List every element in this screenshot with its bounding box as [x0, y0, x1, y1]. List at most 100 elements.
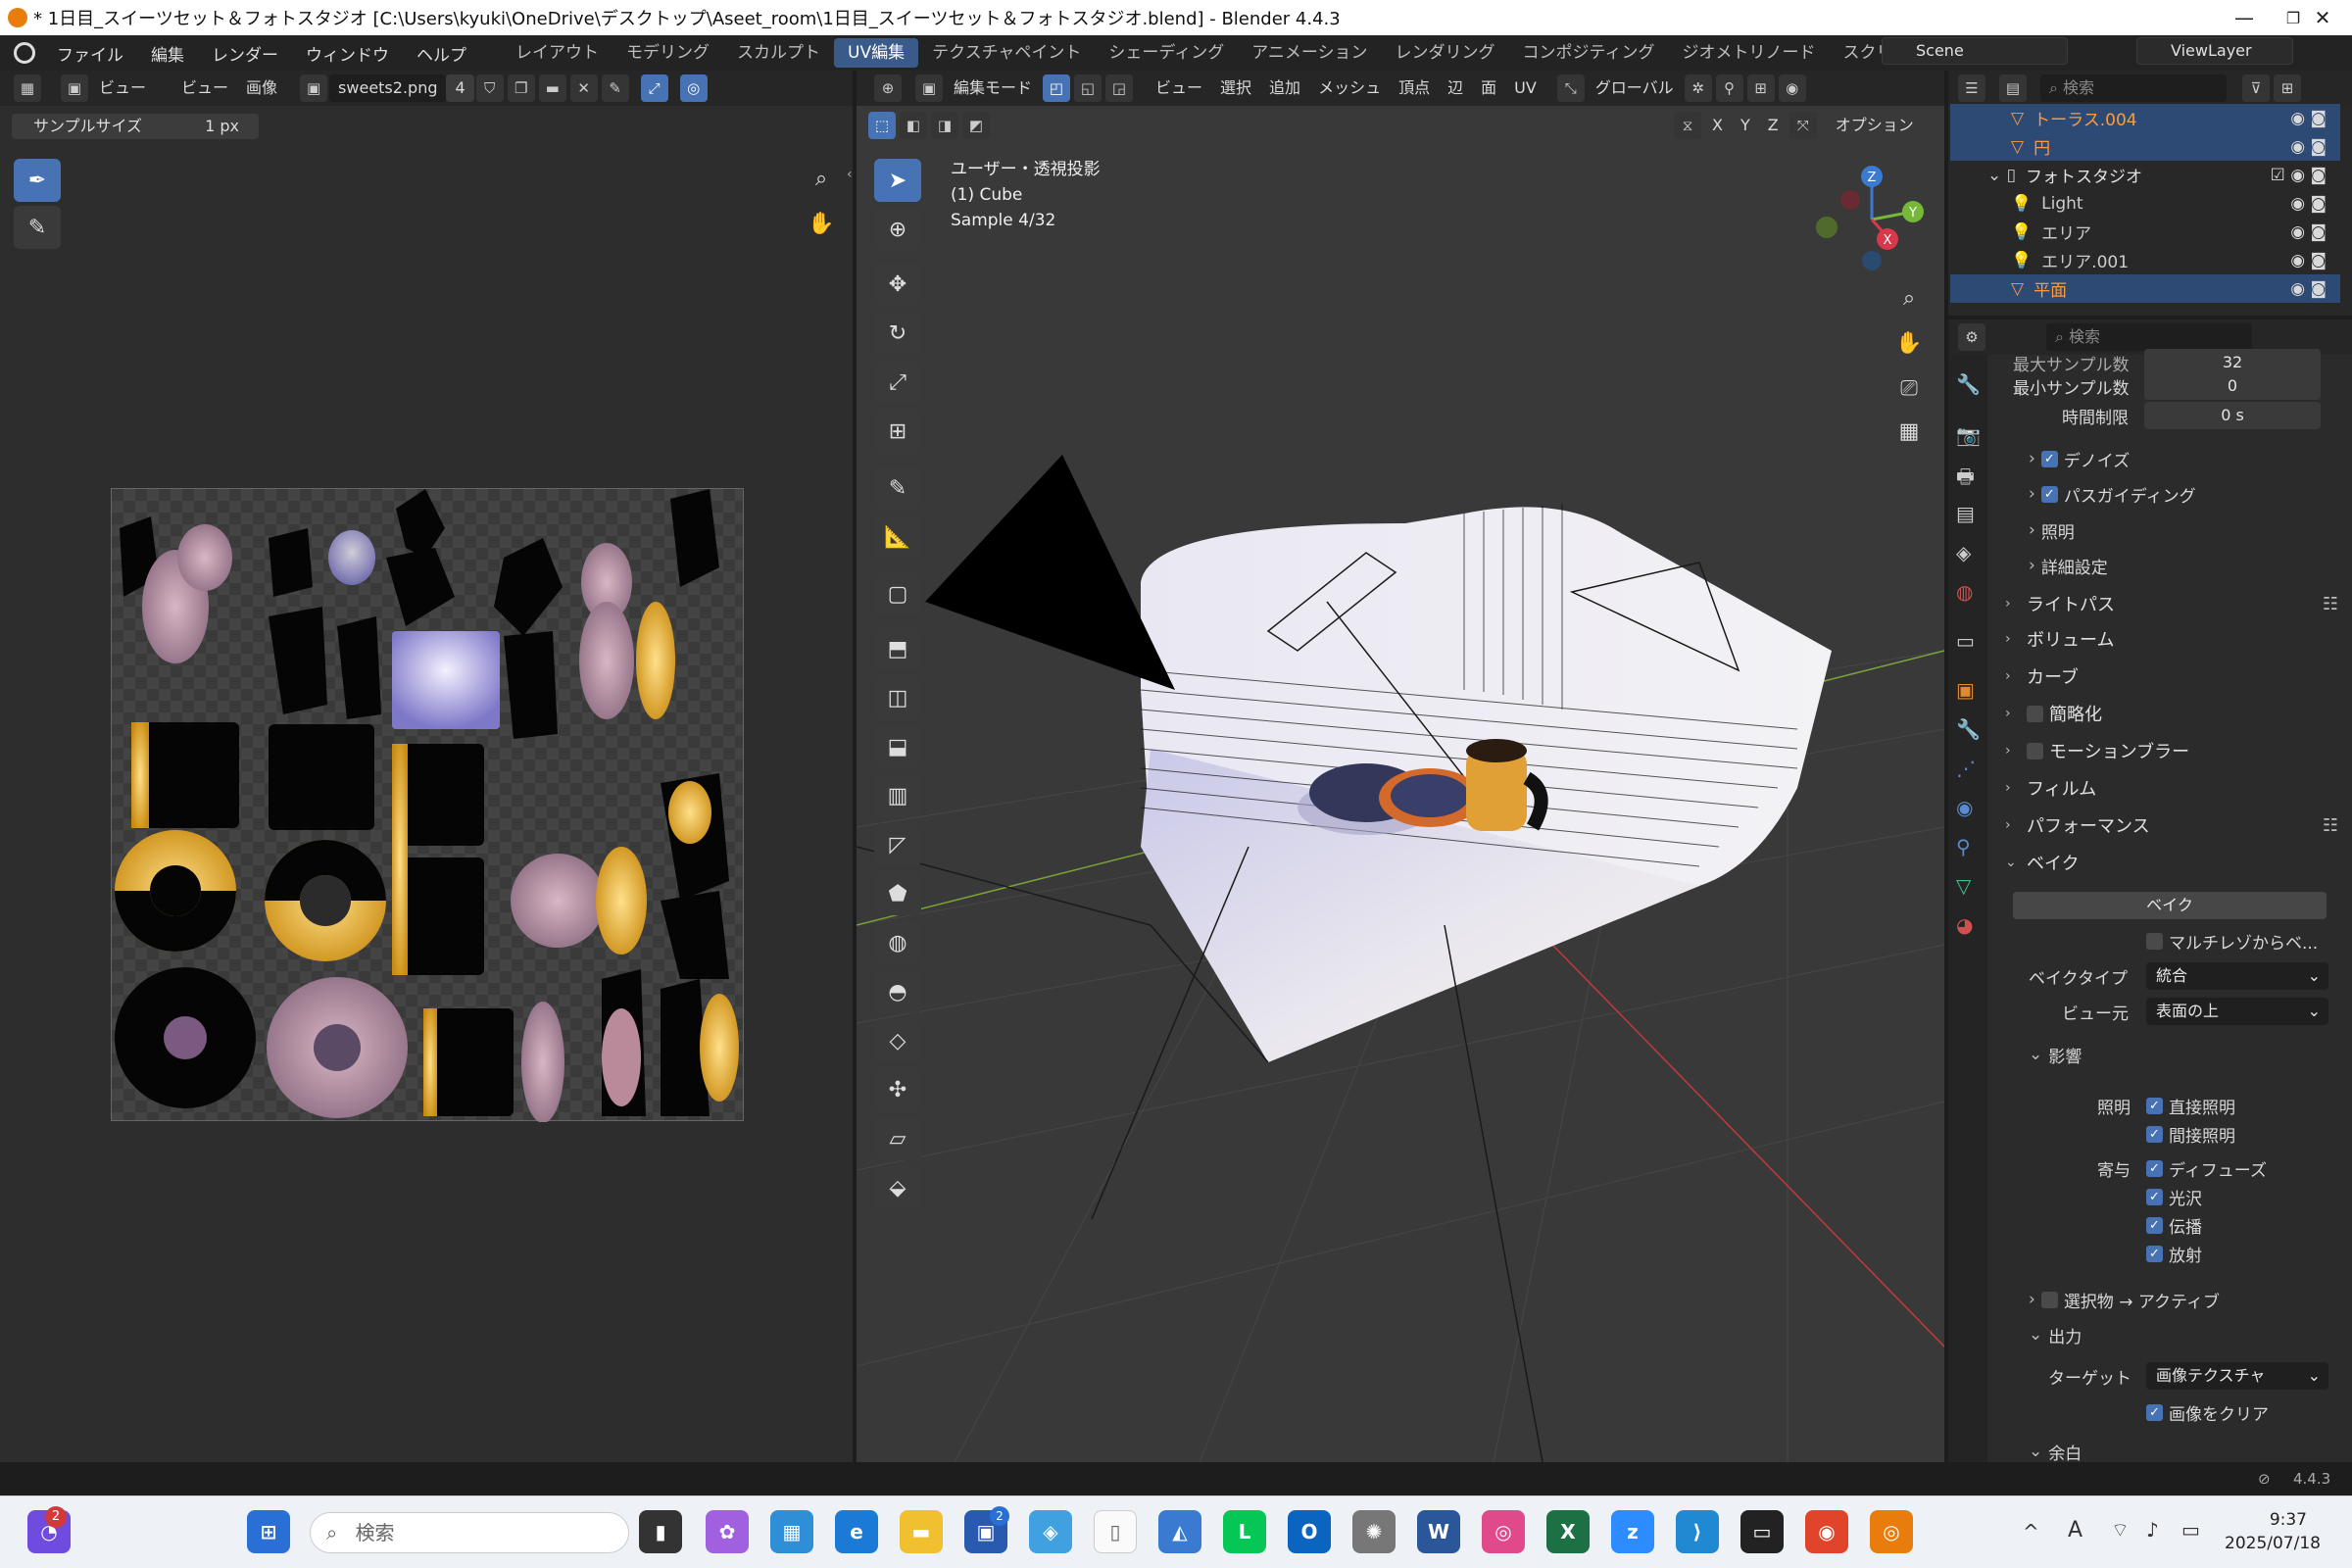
- pivot-icon[interactable]: ✲: [1684, 74, 1712, 102]
- annotate-tool-icon[interactable]: ✎: [14, 206, 61, 249]
- face-select-icon[interactable]: ◲: [1105, 74, 1134, 102]
- visibility-eye-icon[interactable]: ☑ ◉ ◙: [2271, 166, 2327, 185]
- lights-subpanel[interactable]: › 照明: [2029, 514, 2075, 546]
- clear-image-checkbox[interactable]: ✓ 画像をクリア: [2146, 1396, 2269, 1428]
- chrome-icon[interactable]: ◉: [1805, 1510, 1848, 1553]
- close-button[interactable]: ✕: [2293, 0, 2352, 35]
- visibility-eye-icon[interactable]: ◉ ◙: [2290, 194, 2327, 214]
- presets-icon[interactable]: ☷: [2323, 815, 2338, 836]
- shrink-tool-icon[interactable]: ✣: [874, 1068, 921, 1111]
- glossy-checkbox[interactable]: ✓ 光沢: [2146, 1181, 2202, 1212]
- menu-window[interactable]: ウィンドウ: [292, 41, 403, 66]
- terminal-icon[interactable]: ▭: [1740, 1510, 1784, 1553]
- menu-add[interactable]: 追加: [1260, 74, 1309, 102]
- new-collection-icon[interactable]: ⊞: [2274, 74, 2301, 102]
- display-mode-icon[interactable]: ▤: [1999, 74, 2027, 102]
- object-tab-icon[interactable]: ▣: [1956, 678, 1975, 702]
- bake-type-dropdown[interactable]: 統合 ⌄: [2146, 962, 2328, 990]
- filter-icon[interactable]: ⊽: [2242, 74, 2270, 102]
- menu-help[interactable]: ヘルプ: [403, 41, 480, 66]
- outliner-row-photostudio[interactable]: ⌄ ▯ フォトスタジオ ☑ ◉ ◙: [1950, 161, 2340, 189]
- mirror-icon[interactable]: ⧖: [1674, 112, 1701, 139]
- curves-section[interactable]: › カーブ: [2005, 659, 2338, 694]
- pin-icon[interactable]: ✎: [601, 74, 629, 102]
- zoom-app-icon[interactable]: z: [1611, 1510, 1654, 1553]
- outlook-icon[interactable]: O: [1288, 1510, 1331, 1553]
- transform-tool-icon[interactable]: ⊞: [874, 410, 921, 453]
- visibility-eye-icon[interactable]: ◉ ◙: [2290, 137, 2327, 157]
- menu-file[interactable]: ファイル: [43, 41, 137, 66]
- sample-tool-icon[interactable]: ✒: [14, 159, 61, 202]
- copilot-icon[interactable]: ✿: [706, 1510, 749, 1553]
- time-limit-field[interactable]: 0 s: [2144, 402, 2321, 429]
- texture-image-canvas[interactable]: [111, 488, 744, 1123]
- tab-layout[interactable]: レイアウト: [502, 38, 612, 68]
- edit-mode-icon[interactable]: ▣: [915, 74, 943, 102]
- line-icon[interactable]: L: [1223, 1510, 1266, 1553]
- visibility-eye-icon[interactable]: ◉ ◙: [2290, 251, 2327, 270]
- bake-button[interactable]: ベイク: [2013, 892, 2327, 919]
- volumes-section[interactable]: › ボリューム: [2005, 621, 2338, 657]
- blender-taskbar-icon[interactable]: ◎: [1870, 1510, 1913, 1553]
- performance-section[interactable]: › パフォーマンス ☷: [2005, 808, 2338, 843]
- sample-size-field[interactable]: サンプルサイズ 1 px: [12, 114, 259, 139]
- menu-edge[interactable]: 辺: [1439, 74, 1472, 102]
- multires-checkbox[interactable]: マルチレゾからベ...: [2146, 925, 2318, 956]
- edge-select-icon[interactable]: ◱: [1074, 74, 1102, 102]
- visibility-eye-icon[interactable]: ◉ ◙: [2290, 279, 2327, 299]
- menu-vertex[interactable]: 頂点: [1390, 74, 1439, 102]
- world-tab-icon[interactable]: ◍: [1956, 580, 1973, 604]
- start-windows-icon[interactable]: ⊞: [247, 1510, 290, 1553]
- mirror-x[interactable]: X: [1703, 112, 1732, 139]
- move-tool-icon[interactable]: ✥: [874, 263, 921, 306]
- collapse-arrow-icon[interactable]: ‹: [847, 167, 853, 182]
- duplicate-image-icon[interactable]: ❐: [507, 74, 535, 102]
- snap-icon[interactable]: ⚲: [1715, 74, 1743, 102]
- m365-icon[interactable]: ◈: [1029, 1510, 1072, 1553]
- menu-select[interactable]: 選択: [1211, 74, 1260, 102]
- presets-icon[interactable]: ☷: [2323, 594, 2338, 614]
- pan-hand-icon[interactable]: ✋: [802, 204, 841, 243]
- select-extend-icon[interactable]: ◧: [900, 112, 927, 139]
- tab-sculpt[interactable]: スカルプト: [723, 38, 834, 68]
- poly-build-tool-icon[interactable]: ⬟: [874, 872, 921, 915]
- indirect-checkbox[interactable]: ✓ 間接照明: [2146, 1118, 2235, 1150]
- visibility-eye-icon[interactable]: ◉ ◙: [2290, 109, 2327, 128]
- min-samples-field[interactable]: 0: [2144, 372, 2321, 400]
- select-box-mode-icon[interactable]: ⬚: [868, 112, 896, 139]
- uv-sync-icon[interactable]: ⤢: [640, 74, 668, 102]
- scale-tool-icon[interactable]: ⤢: [874, 361, 921, 404]
- outliner-search-input[interactable]: ⌕ 検索: [2040, 74, 2227, 102]
- select-intersect-icon[interactable]: ◩: [962, 112, 990, 139]
- viewlayer-selector[interactable]: ViewLayer: [2136, 37, 2293, 65]
- light-paths-section[interactable]: › ライトパス ☷: [2005, 586, 2338, 621]
- collection-tab-icon[interactable]: ▭: [1956, 629, 1975, 653]
- vertex-select-icon[interactable]: ◰: [1043, 74, 1071, 102]
- tab-modeling[interactable]: モデリング: [612, 38, 723, 68]
- notepad-icon[interactable]: ▯: [1094, 1510, 1137, 1553]
- shear-tool-icon[interactable]: ▱: [874, 1117, 921, 1160]
- image-users-count[interactable]: 4: [446, 74, 474, 102]
- direct-checkbox[interactable]: ✓ 直接照明: [2146, 1090, 2235, 1121]
- outliner-row-area001[interactable]: 💡 エリア.001 ◉ ◙: [1950, 246, 2340, 274]
- menu-face[interactable]: 面: [1472, 74, 1505, 102]
- bake-section[interactable]: ⌄ ベイク: [2005, 845, 2338, 880]
- battery-icon[interactable]: ▭: [2181, 1518, 2200, 1542]
- constraints-tab-icon[interactable]: ⚲: [1956, 835, 1971, 858]
- cursor-tool-icon[interactable]: ⊕: [874, 208, 921, 251]
- edge-slide-tool-icon[interactable]: ◇: [874, 1019, 921, 1062]
- annotate-tool-icon[interactable]: ✎: [874, 466, 921, 510]
- snap-target-icon[interactable]: ⊞: [1746, 74, 1775, 102]
- outliner-row-plane[interactable]: ▽ 平面 ◉ ◙: [1950, 274, 2340, 303]
- visibility-eye-icon[interactable]: ◉ ◙: [2290, 222, 2327, 242]
- physics-tab-icon[interactable]: ◉: [1956, 796, 1973, 819]
- open-image-icon[interactable]: ▬: [538, 74, 566, 102]
- chatgpt-icon[interactable]: ✺: [1352, 1510, 1396, 1553]
- data-tab-icon[interactable]: ▽: [1956, 874, 1971, 898]
- proportional-edit-icon[interactable]: ◉: [1778, 74, 1806, 102]
- scene-tab-icon[interactable]: ◈: [1956, 541, 1971, 564]
- overlay-icon[interactable]: ◎: [679, 74, 708, 102]
- ortho-toggle-icon[interactable]: ▦: [1889, 412, 1929, 451]
- menu-mesh[interactable]: メッシュ: [1309, 74, 1390, 102]
- scene-selector[interactable]: Scene: [1882, 37, 2068, 65]
